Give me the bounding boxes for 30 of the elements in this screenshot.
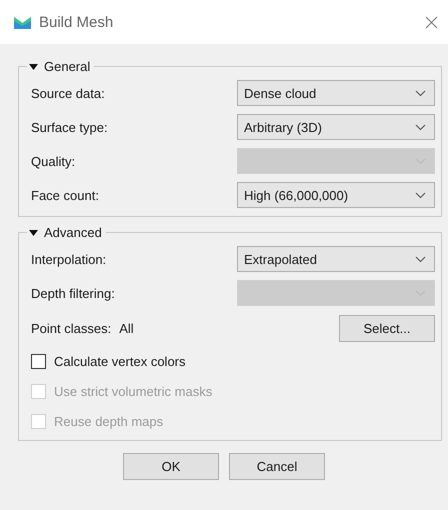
triangle-down-icon[interactable] [29, 62, 38, 70]
field-label: Point classes: [31, 320, 112, 336]
dropdown[interactable]: Arbitrary (3D) [237, 114, 435, 140]
dialog-button[interactable]: Cancel [229, 453, 325, 480]
group-title: Advanced [44, 225, 102, 240]
group-title: General [44, 59, 90, 74]
dropdown[interactable]: Dense cloud [237, 80, 435, 106]
checkbox-label: Use strict volumetric masks [54, 384, 212, 398]
field-value: All [119, 320, 134, 336]
close-icon[interactable] [425, 16, 438, 28]
field-label: Interpolation: [31, 252, 108, 266]
chevron-down-icon [415, 192, 426, 198]
field-label: Quality: [31, 154, 76, 168]
field-label: Source data: [31, 86, 106, 100]
checkbox-label: Calculate vertex colors [54, 354, 186, 368]
field-label: Depth filtering: [31, 286, 116, 300]
field-label: Face count: [31, 188, 100, 202]
dialog-button[interactable]: OK [123, 453, 219, 480]
dropdown[interactable]: High (66,000,000) [237, 182, 435, 208]
field-label: Surface type: [31, 120, 109, 134]
chevron-down-icon [415, 90, 426, 96]
triangle-down-icon[interactable] [29, 228, 38, 236]
dropdown[interactable]: Extrapolated [237, 246, 435, 272]
checkbox-label: Reuse depth maps [54, 414, 164, 428]
select-button[interactable]: Select... [339, 314, 435, 342]
checkbox[interactable] [31, 354, 46, 368]
chevron-down-icon [415, 256, 426, 262]
app-logo-icon [14, 16, 31, 28]
window-title: Build Mesh [39, 14, 114, 30]
chevron-down-icon [415, 124, 426, 130]
